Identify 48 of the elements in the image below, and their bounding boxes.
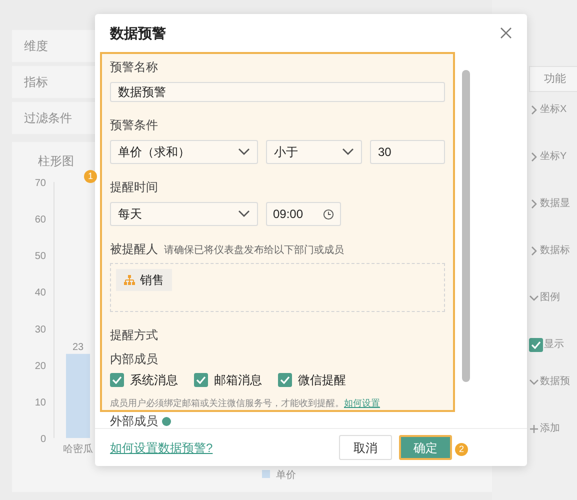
y-tick-label: 20 [34, 360, 46, 372]
condition-label: 预警条件 [110, 117, 159, 134]
section-label[interactable]: 坐标X [540, 102, 567, 117]
value-input[interactable]: 30 [370, 140, 445, 164]
external-label: 外部成员 [110, 413, 158, 428]
y-tick-label: 10 [34, 397, 46, 408]
operator-select[interactable]: 小于 [266, 140, 362, 164]
section-label[interactable]: 坐标Y [540, 149, 567, 164]
y-tick-label: 40 [34, 288, 46, 299]
cancel-button[interactable]: 取消 [339, 435, 392, 460]
time-input[interactable]: 09:00 [266, 202, 341, 226]
frequency-select[interactable]: 每天 [110, 202, 258, 226]
section-label[interactable]: 图例 [540, 290, 560, 305]
dialog-title: 数据预警 [110, 24, 166, 42]
field-select[interactable]: 单价（求和） [110, 140, 258, 164]
department-tag[interactable]: 销售 [116, 269, 172, 291]
binding-note: 成员用户必须绑定邮箱或关注微信服务号，才能收到提醒。 [110, 396, 344, 410]
section-label[interactable]: 数据标 [540, 243, 570, 258]
row-label: 过滤条件 [24, 110, 72, 127]
chart-title: 柱形图 [38, 153, 74, 170]
method-label: 提醒方式 [110, 326, 159, 344]
recipients-hint: 请确保已将仪表盘发布给以下部门或成员 [164, 244, 344, 258]
method-option[interactable]: 系统消息 [130, 370, 178, 388]
function-button[interactable]: 功能 [529, 66, 577, 92]
confirm-button[interactable]: 确定 [399, 435, 452, 460]
recipients-label: 被提醒人 [110, 241, 158, 258]
row-label: 维度 [24, 38, 48, 55]
row-label: 指标 [24, 74, 48, 91]
settings-link[interactable]: 如何设置 [344, 396, 380, 410]
y-tick-label: 30 [34, 324, 46, 336]
internal-label: 内部成员 [110, 350, 159, 368]
y-tick-label: 70 [34, 178, 46, 189]
section-label[interactable]: 数据预 [540, 374, 570, 389]
y-tick-label: 50 [34, 251, 46, 262]
section-label[interactable]: 数据显 [540, 196, 570, 211]
y-tick-label: 0 [40, 434, 46, 445]
y-tick-label: 60 [34, 214, 46, 226]
legend-label: 单价 [276, 469, 296, 481]
x-tick-label: 哈密瓜 [63, 443, 93, 455]
name-input[interactable]: 数据预警 [110, 82, 445, 102]
data-label: 23 [72, 342, 84, 353]
section-label[interactable]: 添加 [540, 421, 560, 436]
help-link[interactable]: 如何设置数据预警? [110, 438, 213, 456]
name-label: 预警名称 [110, 59, 159, 76]
method-option[interactable]: 微信提醒 [298, 370, 346, 388]
method-option[interactable]: 邮箱消息 [214, 370, 262, 388]
time-label: 提醒时间 [110, 179, 159, 196]
section-label[interactable]: 显示 [544, 337, 564, 352]
